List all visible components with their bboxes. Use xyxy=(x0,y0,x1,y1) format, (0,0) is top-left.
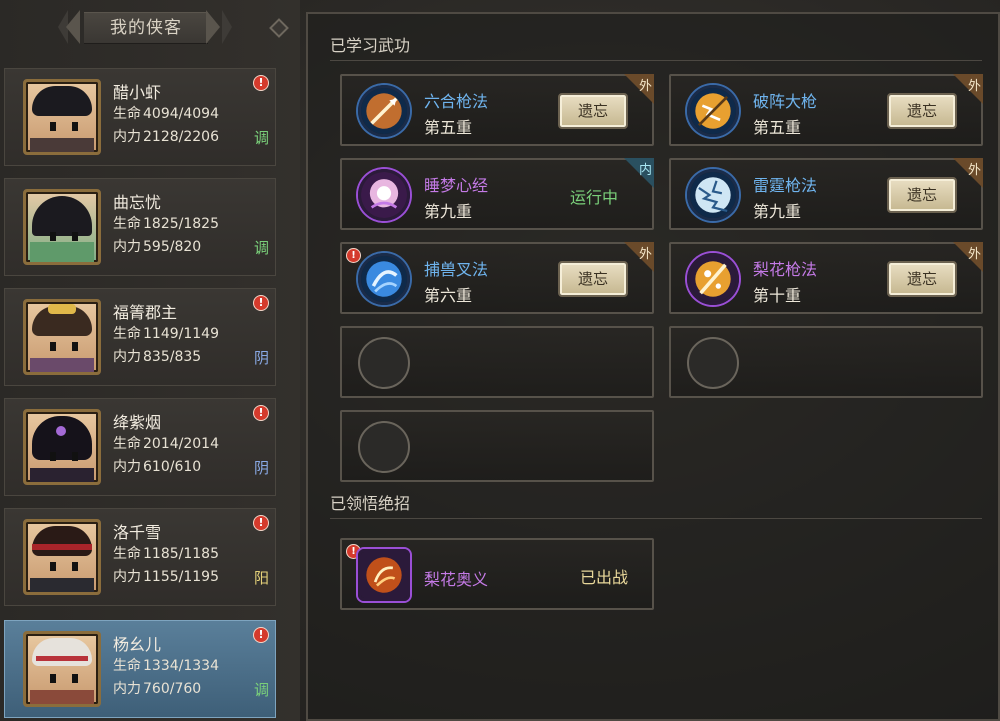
hero-hp: 生命 1149/1149 xyxy=(113,326,219,342)
running-status: 运行中 xyxy=(570,188,619,207)
spear-thrust-icon xyxy=(358,85,410,137)
empty-slot-icon xyxy=(687,337,739,389)
hero-mp: 内力 610/610 xyxy=(113,459,202,475)
hero-name: 曲忘忧 xyxy=(113,193,162,212)
chevron-left-icon[interactable] xyxy=(66,10,80,44)
thunder-spear-icon xyxy=(687,169,739,221)
empty-slot-icon xyxy=(358,421,410,473)
forget-button[interactable]: 遗忘 xyxy=(558,261,628,297)
pear-blossom-spear-icon xyxy=(687,253,739,305)
hero-mode-badge: 调 xyxy=(254,239,270,257)
skill-name: 睡梦心经 xyxy=(424,176,489,195)
hero-mp: 内力 760/760 xyxy=(113,681,202,697)
divider xyxy=(330,60,982,61)
hero-card-2[interactable]: 福箐郡主 生命 1149/1149 内力 835/835 阴 ! xyxy=(4,288,276,386)
hero-name: 绛紫烟 xyxy=(113,413,162,432)
hero-name: 杨幺儿 xyxy=(113,635,162,654)
skill-name: 雷霆枪法 xyxy=(753,176,818,195)
chevron-right-icon[interactable] xyxy=(222,10,232,44)
hero-mp: 内力 595/820 xyxy=(113,239,202,255)
skill-name: 破阵大枪 xyxy=(753,92,818,111)
divider xyxy=(330,518,982,519)
roster-header: 我的侠客 xyxy=(0,0,300,58)
skill-slot-1[interactable]: 破阵大枪 第五重 遗忘 外 xyxy=(669,74,983,146)
external-tag: 外 xyxy=(953,74,983,104)
hero-card-0[interactable]: 醋小虾 生命 4094/4094 内力 2128/2206 调 ! xyxy=(4,68,276,166)
hero-mode-badge: 阳 xyxy=(254,569,270,587)
empty-skill-slot[interactable] xyxy=(340,326,654,398)
hero-name: 福箐郡主 xyxy=(113,303,178,322)
hero-mp: 内力 835/835 xyxy=(113,349,202,365)
skill-slot-3[interactable]: 雷霆枪法 第九重 遗忘 外 xyxy=(669,158,983,230)
skill-slot-5[interactable]: 梨花枪法 第十重 遗忘 外 xyxy=(669,242,983,314)
external-tag: 外 xyxy=(953,242,983,272)
ultimate-section-title: 已领悟绝招 xyxy=(330,494,411,513)
hero-mode-badge: 调 xyxy=(254,129,270,147)
alert-icon: ! xyxy=(346,248,361,263)
hero-roster: 我的侠客 醋小虾 生命 4094/4094 内力 2128/2206 调 ! 曲忘忧… xyxy=(0,0,300,721)
alert-icon: ! xyxy=(253,75,269,91)
skill-slot-2[interactable]: 睡梦心经 第九重 运行中 内 xyxy=(340,158,654,230)
alert-icon: ! xyxy=(253,515,269,531)
hero-mp: 内力 1155/1195 xyxy=(113,569,219,585)
empty-skill-slot[interactable] xyxy=(669,326,983,398)
hero-portrait xyxy=(23,299,101,375)
hero-hp: 生命 1825/1825 xyxy=(113,216,219,232)
forget-button[interactable]: 遗忘 xyxy=(558,93,628,129)
forget-button[interactable]: 遗忘 xyxy=(887,93,957,129)
hero-card-1[interactable]: 曲忘忧 生命 1825/1825 内力 595/820 调 xyxy=(4,178,276,276)
skill-name: 梨花奥义 xyxy=(424,570,489,589)
forget-button[interactable]: 遗忘 xyxy=(887,261,957,297)
external-tag: 外 xyxy=(624,74,654,104)
empty-skill-slot[interactable] xyxy=(340,410,654,482)
hero-hp: 生命 4094/4094 xyxy=(113,106,219,122)
skill-level: 第五重 xyxy=(753,118,802,137)
skill-level: 第六重 xyxy=(424,286,473,305)
dream-sutra-icon xyxy=(358,169,410,221)
skill-name: 捕兽叉法 xyxy=(424,260,489,279)
hero-mode-badge: 调 xyxy=(254,681,270,699)
skill-slot-0[interactable]: 六合枪法 第五重 遗忘 外 xyxy=(340,74,654,146)
hero-mode-badge: 阴 xyxy=(254,459,270,477)
external-tag: 外 xyxy=(953,158,983,188)
hero-card-4[interactable]: 洛千雪 生命 1185/1185 内力 1155/1195 阳 ! xyxy=(4,508,276,606)
skill-level: 第十重 xyxy=(753,286,802,305)
beast-fork-icon xyxy=(358,253,410,305)
alert-icon: ! xyxy=(253,295,269,311)
hero-portrait xyxy=(23,519,101,595)
hero-card-3[interactable]: 绛紫烟 生命 2014/2014 内力 610/610 阴 ! xyxy=(4,398,276,496)
hero-portrait xyxy=(23,409,101,485)
hero-hp: 生命 1185/1185 xyxy=(113,546,219,562)
learned-section-title: 已学习武功 xyxy=(330,36,411,55)
diamond-ornament-icon xyxy=(269,18,289,38)
hero-hp: 生命 1334/1334 xyxy=(113,658,219,674)
external-tag: 外 xyxy=(624,242,654,272)
hero-portrait xyxy=(23,79,101,155)
hero-mode-badge: 阴 xyxy=(254,349,270,367)
ultimate-slot-0[interactable]: ! 梨花奥义 已出战 xyxy=(340,538,654,610)
skill-name: 六合枪法 xyxy=(424,92,489,111)
skill-name: 梨花枪法 xyxy=(753,260,818,279)
hero-card-5[interactable]: 杨幺儿 生命 1334/1334 内力 760/760 调 ! xyxy=(4,620,276,718)
skill-level: 第五重 xyxy=(424,118,473,137)
hero-hp: 生命 2014/2014 xyxy=(113,436,219,452)
alert-icon: ! xyxy=(253,405,269,421)
hero-name: 醋小虾 xyxy=(113,83,162,102)
empty-slot-icon xyxy=(358,337,410,389)
skill-slot-4[interactable]: ! 捕兽叉法 第六重 遗忘 外 xyxy=(340,242,654,314)
spear-lightning-icon xyxy=(687,85,739,137)
hero-portrait xyxy=(23,631,101,707)
hero-name: 洛千雪 xyxy=(113,523,162,542)
deployed-status: 已出战 xyxy=(580,568,629,587)
hero-mp: 内力 2128/2206 xyxy=(113,129,219,145)
forget-button[interactable]: 遗忘 xyxy=(887,177,957,213)
alert-icon: ! xyxy=(253,627,269,643)
skill-level: 第九重 xyxy=(424,202,473,221)
internal-tag: 内 xyxy=(624,158,654,188)
chevron-right-icon[interactable] xyxy=(206,10,220,44)
roster-title: 我的侠客 xyxy=(84,12,208,44)
skill-level: 第九重 xyxy=(753,202,802,221)
pear-blossom-ultimate-icon xyxy=(358,549,410,601)
hero-portrait xyxy=(23,189,101,265)
